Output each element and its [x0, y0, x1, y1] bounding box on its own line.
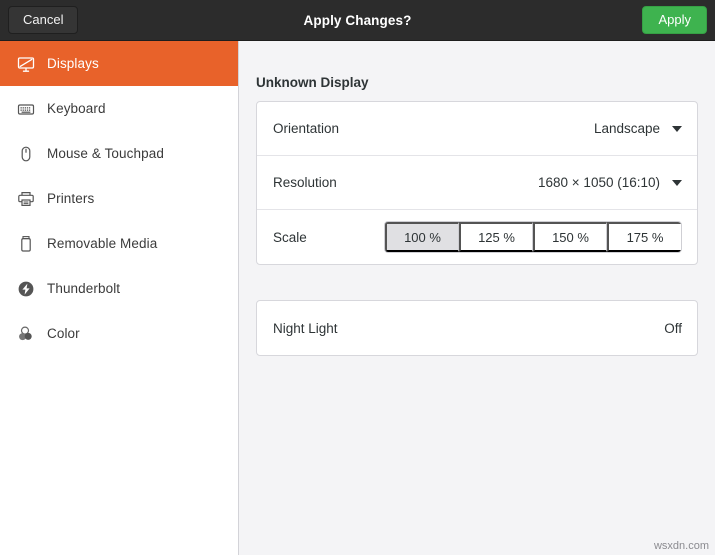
- thunderbolt-icon: [14, 277, 38, 301]
- scale-segmented-control: 100 % 125 % 150 % 175 %: [384, 221, 682, 253]
- resolution-value: 1680 × 1050 (16:10): [538, 175, 660, 190]
- main-content: Unknown Display Orientation Landscape Re…: [239, 41, 715, 555]
- scale-option-175[interactable]: 175 %: [607, 222, 681, 252]
- sidebar-item-printers[interactable]: Printers: [0, 176, 238, 221]
- sidebar-item-thunderbolt[interactable]: Thunderbolt: [0, 266, 238, 311]
- cancel-button[interactable]: Cancel: [8, 6, 79, 34]
- sidebar-item-displays[interactable]: Displays: [0, 41, 238, 86]
- window-title: Apply Changes?: [303, 12, 412, 28]
- orientation-value: Landscape: [593, 121, 660, 136]
- night-light-row[interactable]: Night Light Off: [257, 301, 697, 355]
- orientation-dropdown[interactable]: Landscape: [594, 121, 682, 136]
- resolution-dropdown[interactable]: 1680 × 1050 (16:10): [538, 175, 682, 190]
- usb-drive-icon: [14, 232, 38, 256]
- orientation-label: Orientation: [273, 121, 340, 136]
- resolution-label: Resolution: [273, 175, 337, 190]
- keyboard-icon: [14, 97, 38, 121]
- scale-row: Scale 100 % 125 % 150 % 175 %: [257, 210, 697, 264]
- scale-label: Scale: [273, 229, 307, 245]
- settings-window: Cancel Apply Changes? Apply Displays Key…: [0, 0, 715, 555]
- sidebar-item-label: Mouse & Touchpad: [47, 146, 164, 161]
- watermark: wsxdn.com: [653, 540, 709, 552]
- display-settings-card: Orientation Landscape Resolution 1680 × …: [256, 101, 698, 265]
- sidebar-item-keyboard[interactable]: Keyboard: [0, 86, 238, 131]
- sidebar-item-label: Printers: [47, 191, 95, 206]
- sidebar-item-label: Keyboard: [47, 101, 106, 116]
- sidebar-item-color[interactable]: Color: [0, 311, 238, 356]
- night-light-label: Night Light: [273, 320, 338, 336]
- night-light-status: Off: [664, 320, 682, 336]
- chevron-down-icon: [672, 125, 682, 132]
- sidebar: Displays Keyboard Mouse & Touchpad Print…: [0, 41, 239, 555]
- apply-button[interactable]: Apply: [642, 6, 707, 34]
- printer-icon: [14, 187, 38, 211]
- orientation-row: Orientation Landscape: [257, 102, 697, 156]
- page-title: Unknown Display: [256, 75, 369, 90]
- window-body: Displays Keyboard Mouse & Touchpad Print…: [0, 41, 715, 555]
- display-off-icon: [14, 52, 38, 76]
- resolution-row: Resolution 1680 × 1050 (16:10): [257, 156, 697, 210]
- mouse-icon: [14, 142, 38, 166]
- chevron-down-icon: [672, 179, 682, 186]
- night-light-card[interactable]: Night Light Off: [256, 300, 698, 356]
- scale-option-125[interactable]: 125 %: [459, 222, 533, 252]
- sidebar-item-label: Thunderbolt: [47, 281, 121, 296]
- sidebar-item-mouse-touchpad[interactable]: Mouse & Touchpad: [0, 131, 238, 176]
- header-bar: Cancel Apply Changes? Apply: [0, 0, 715, 41]
- sidebar-item-label: Removable Media: [47, 236, 158, 251]
- sidebar-item-label: Displays: [47, 56, 99, 71]
- scale-option-150[interactable]: 150 %: [533, 222, 607, 252]
- sidebar-item-label: Color: [47, 326, 80, 341]
- sidebar-item-removable-media[interactable]: Removable Media: [0, 221, 238, 266]
- color-circles-icon: [14, 322, 38, 346]
- scale-option-100[interactable]: 100 %: [385, 222, 459, 252]
